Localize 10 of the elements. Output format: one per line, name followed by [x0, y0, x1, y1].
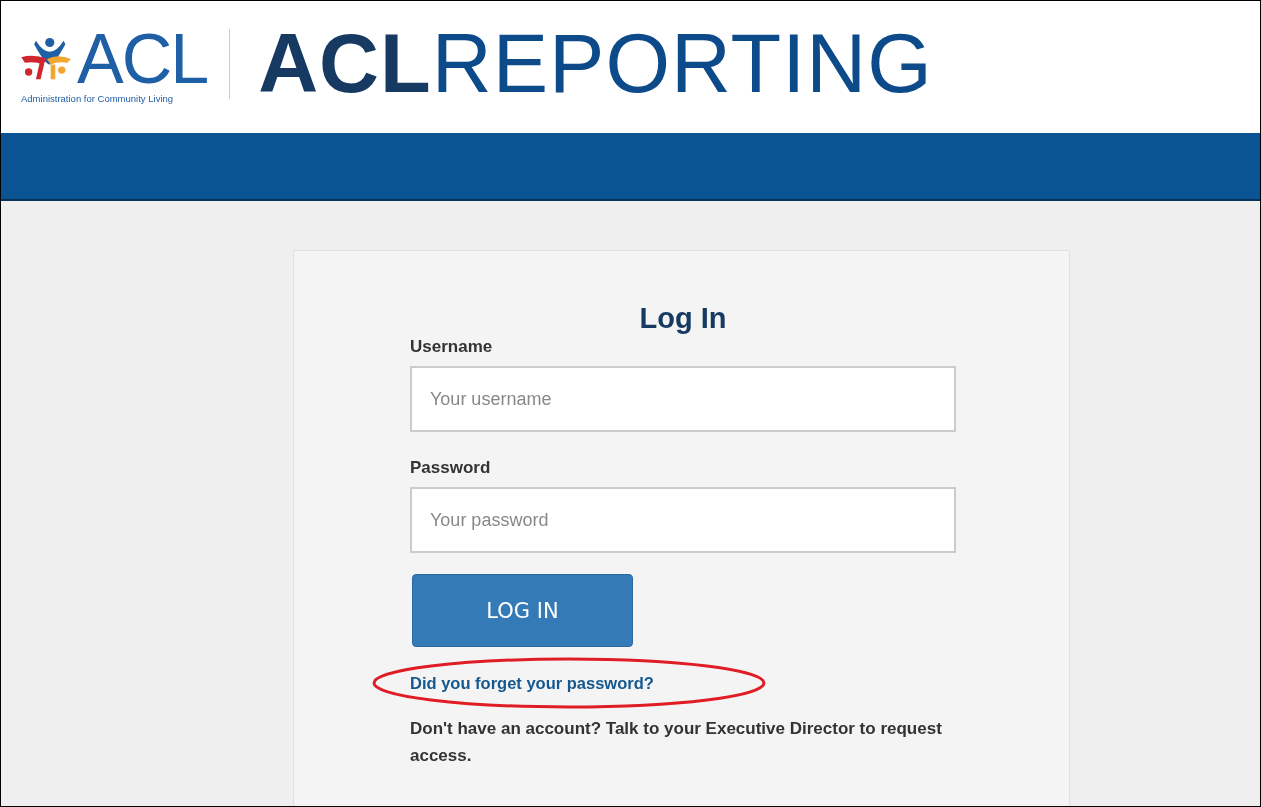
logo-wordmark: ACL [77, 24, 208, 93]
site-title: ACLREPORTING [258, 16, 933, 112]
field-label: Password [410, 458, 491, 478]
input-field[interactable]: Your password [410, 487, 956, 553]
field-label: Username [410, 337, 493, 357]
login-button[interactable]: LOG IN [412, 574, 633, 647]
logo-tagline: Administration for Community Living [21, 92, 175, 104]
signup-note: Don't have an account? Talk to your Executive Director to request access. [410, 718, 943, 767]
input-field[interactable]: Your username [410, 366, 956, 432]
login-title: Log In [639, 301, 727, 335]
